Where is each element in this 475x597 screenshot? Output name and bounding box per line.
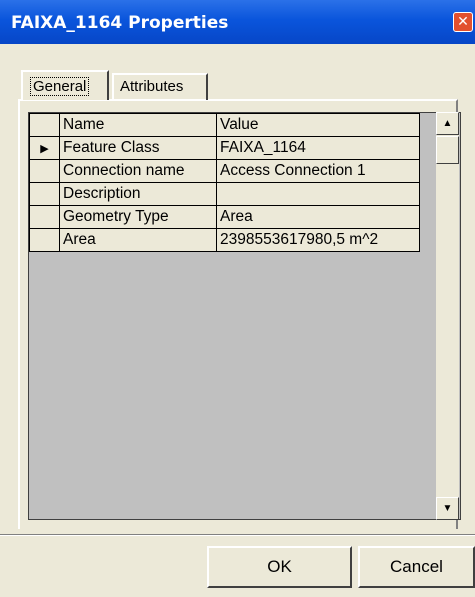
scroll-up-button[interactable]: ▲	[436, 112, 459, 135]
properties-grid[interactable]: Name Value ▶ Feature Class FAIXA_1164 Co…	[28, 112, 461, 520]
tab-attributes[interactable]: Attributes	[112, 73, 208, 100]
tab-general[interactable]: General	[21, 70, 109, 100]
property-name: Geometry Type	[59, 205, 217, 229]
scroll-thumb[interactable]	[436, 136, 459, 164]
column-header-name[interactable]: Name	[59, 113, 217, 137]
ok-button[interactable]: OK	[207, 546, 352, 588]
scroll-down-button[interactable]: ▼	[436, 497, 459, 520]
vertical-scrollbar[interactable]: ▲ ▼	[436, 112, 459, 520]
table-row[interactable]: ▶ Feature Class FAIXA_1164	[29, 136, 420, 160]
arrow-down-icon: ▼	[442, 503, 453, 514]
cancel-button[interactable]: Cancel	[358, 546, 475, 588]
table-row[interactable]: Area 2398553617980,5 m^2	[29, 228, 420, 252]
arrow-up-icon: ▲	[442, 118, 453, 129]
row-selector[interactable]	[29, 159, 60, 183]
property-value[interactable]	[216, 182, 420, 206]
row-selector[interactable]	[29, 182, 60, 206]
close-icon: ✕	[457, 14, 469, 30]
table-row[interactable]: Geometry Type Area	[29, 205, 420, 229]
table-row[interactable]: Connection name Access Connection 1	[29, 159, 420, 183]
tab-general-label: General	[30, 77, 90, 96]
property-value[interactable]: FAIXA_1164	[216, 136, 420, 160]
property-name: Description	[59, 182, 217, 206]
background-window-fragment	[465, 340, 475, 368]
property-value[interactable]: Access Connection 1	[216, 159, 420, 183]
properties-table: Name Value ▶ Feature Class FAIXA_1164 Co…	[29, 113, 420, 252]
properties-dialog: FAIXA_1164 Properties ✕ General Attribut…	[0, 0, 475, 597]
separator	[0, 534, 475, 536]
row-pointer-icon: ▶	[40, 142, 49, 155]
header-row: Name Value	[29, 113, 420, 137]
title-bar[interactable]: FAIXA_1164 Properties ✕	[0, 0, 475, 44]
corner-cell	[29, 113, 60, 137]
property-value[interactable]: 2398553617980,5 m^2	[216, 228, 420, 252]
property-name: Feature Class	[59, 136, 217, 160]
property-name: Connection name	[59, 159, 217, 183]
row-selector[interactable]	[29, 205, 60, 229]
property-value[interactable]: Area	[216, 205, 420, 229]
property-name: Area	[59, 228, 217, 252]
row-selector[interactable]	[29, 228, 60, 252]
table-row[interactable]: Description	[29, 182, 420, 206]
close-button[interactable]: ✕	[453, 12, 473, 32]
window-title: FAIXA_1164 Properties	[11, 13, 229, 33]
row-selector[interactable]: ▶	[29, 136, 60, 160]
tab-attributes-label: Attributes	[120, 78, 184, 95]
column-header-value[interactable]: Value	[216, 113, 420, 137]
